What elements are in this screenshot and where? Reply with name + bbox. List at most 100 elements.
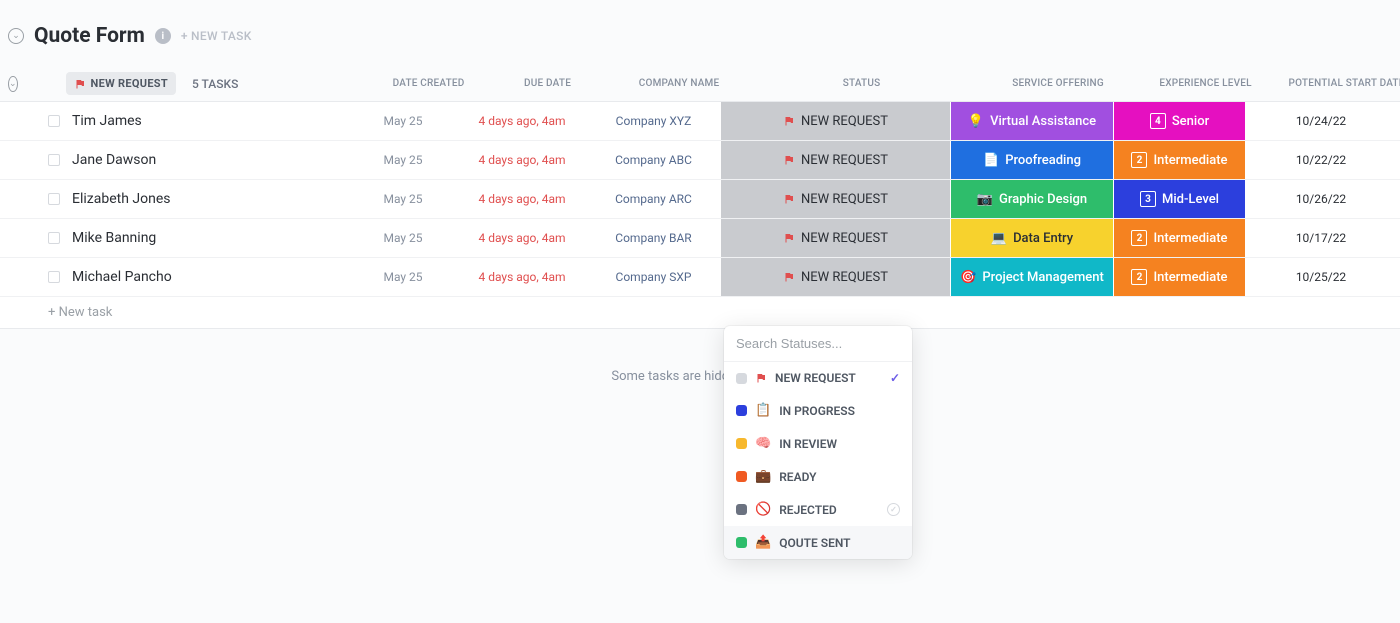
task-name[interactable]: Tim James — [72, 113, 142, 129]
status-cell[interactable]: NEW REQUEST — [721, 141, 951, 179]
level-label: Mid-Level — [1162, 192, 1219, 207]
company-name: Company ABC — [615, 153, 692, 167]
task-checkbox[interactable] — [48, 154, 60, 166]
status-label: NEW REQUEST — [801, 270, 888, 285]
level-cell[interactable]: 2 Intermediate — [1114, 258, 1246, 296]
task-name[interactable]: Michael Pancho — [72, 269, 172, 285]
status-option[interactable]: 🚫REJECTED✓ — [724, 493, 912, 526]
status-color-dot — [736, 405, 747, 416]
service-icon: 📷 — [977, 192, 993, 207]
task-row[interactable]: Jane Dawson May 25 4 days ago, 4am Company … — [0, 141, 1400, 180]
company-name: Company SXP — [616, 270, 692, 284]
status-color-dot — [736, 504, 747, 515]
status-option[interactable]: 📋 IN PROGRESS — [724, 394, 912, 427]
flag-icon — [783, 271, 795, 283]
start-date: 10/17/22 — [1296, 231, 1346, 245]
task-checkbox[interactable] — [48, 232, 60, 244]
status-option-label: QOUTE SENT — [779, 536, 850, 550]
new-task-row[interactable]: + New task — [0, 297, 1400, 329]
task-row[interactable]: Elizabeth Jones May 25 4 days ago, 4am Comp… — [0, 180, 1400, 219]
task-name[interactable]: Mike Banning — [72, 230, 156, 246]
service-label: Proofreading — [1005, 153, 1081, 168]
task-name[interactable]: Elizabeth Jones — [72, 191, 170, 207]
hidden-tasks-message: Some tasks are hidden. To sho — [0, 329, 1400, 384]
status-emoji-icon: 📋 — [755, 403, 771, 418]
collapse-icon[interactable]: ⌄ — [8, 28, 24, 44]
service-cell[interactable]: 💡Virtual Assistance — [951, 102, 1114, 140]
page-title: Quote Form — [34, 24, 145, 48]
due-date[interactable]: 4 days ago, 4am — [478, 153, 565, 167]
col-header-start[interactable]: POTENTIAL START DATE — [1272, 78, 1400, 89]
level-label: Intermediate — [1153, 153, 1227, 168]
date-created: May 25 — [383, 270, 422, 284]
status-option[interactable]: 📤 QOUTE SENT — [724, 526, 912, 559]
service-label: Graphic Design — [999, 192, 1087, 207]
service-label: Data Entry — [1013, 231, 1073, 246]
task-row[interactable]: Mike Banning May 25 4 days ago, 4am Company… — [0, 219, 1400, 258]
task-checkbox[interactable] — [48, 115, 60, 127]
status-list: NEW REQUEST✓ 📋 IN PROGRESS 🧠IN REVIEW 💼 READY… — [724, 362, 912, 559]
status-option[interactable]: 💼 READY — [724, 460, 912, 493]
flag-icon — [783, 115, 795, 127]
task-checkbox[interactable] — [48, 271, 60, 283]
level-number: 2 — [1131, 269, 1147, 285]
level-cell[interactable]: 2Intermediate — [1114, 219, 1246, 257]
status-cell[interactable]: NEW REQUEST — [721, 102, 951, 140]
status-popover: ⚙ NEW REQUEST✓📋IN PROGRESS🧠IN REVIEW💼REA… — [724, 326, 912, 559]
status-option-label: READY — [779, 470, 816, 484]
col-header-company[interactable]: COMPANY NAME — [612, 78, 747, 89]
flag-icon — [74, 78, 86, 90]
new-task-link[interactable]: + NEW TASK — [181, 29, 252, 43]
service-cell[interactable]: 🎯Project Management — [951, 258, 1114, 296]
due-date[interactable]: 4 days ago, 4am — [478, 231, 565, 245]
status-emoji-icon: 💼 — [755, 469, 771, 484]
group-status-badge[interactable]: NEW REQUEST — [66, 72, 176, 95]
level-cell[interactable]: 3Mid-Level — [1114, 180, 1246, 218]
status-search-input[interactable] — [736, 336, 912, 351]
task-row[interactable]: Michael Pancho May 25 4 days ago, 4am Compa… — [0, 258, 1400, 297]
info-icon[interactable]: i — [155, 28, 171, 44]
status-cell[interactable]: NEW REQUEST — [721, 180, 951, 218]
level-number: 4 — [1150, 113, 1166, 129]
service-cell[interactable]: 📷 Graphic Design — [951, 180, 1114, 218]
due-date[interactable]: 4 days ago, 4am — [478, 114, 565, 128]
task-row[interactable]: Tim JamesMay 254 days ago, 4amCompany XY… — [0, 102, 1400, 141]
due-date[interactable]: 4 days ago, 4am — [478, 270, 565, 284]
date-created: May 25 — [383, 153, 422, 167]
col-header-created[interactable]: DATE CREATED — [374, 78, 484, 89]
status-label: NEW REQUEST — [801, 231, 888, 246]
circle-check-icon: ✓ — [887, 503, 900, 516]
due-date[interactable]: 4 days ago, 4am — [478, 192, 565, 206]
col-header-service[interactable]: SERVICE OFFERING — [977, 78, 1140, 89]
status-cell[interactable]: NEW REQUEST — [721, 258, 951, 296]
status-emoji-icon: 📤 — [755, 535, 771, 550]
group-collapse-icon[interactable]: ⌄ — [8, 76, 18, 92]
date-created: May 25 — [383, 231, 422, 245]
col-header-status[interactable]: STATUS — [747, 78, 977, 89]
date-created: May 25 — [383, 192, 422, 206]
task-checkbox[interactable] — [48, 193, 60, 205]
company-name: Company BAR — [615, 231, 691, 245]
task-list: Tim JamesMay 254 days ago, 4amCompany XY… — [0, 102, 1400, 297]
level-number: 2 — [1131, 152, 1147, 168]
col-header-level[interactable]: EXPERIENCE LEVEL — [1140, 78, 1272, 89]
status-emoji-icon: 🧠 — [755, 436, 771, 451]
level-cell[interactable]: 4Senior — [1114, 102, 1246, 140]
group-header: ⌄ NEW REQUEST 5 TASKS DATE CREATED DUE D… — [0, 66, 1400, 102]
status-option[interactable]: 🧠IN REVIEW — [724, 427, 912, 460]
status-option-label: IN PROGRESS — [779, 404, 855, 418]
service-cell[interactable]: 📄Proofreading — [951, 141, 1114, 179]
status-cell[interactable]: NEW REQUEST — [721, 219, 951, 257]
status-option[interactable]: NEW REQUEST✓ — [724, 362, 912, 394]
company-name: Company ARC — [615, 192, 692, 206]
level-label: Intermediate — [1153, 231, 1227, 246]
status-color-dot — [736, 537, 747, 548]
service-icon: 💻 — [991, 231, 1007, 246]
start-date: 10/22/22 — [1296, 153, 1346, 167]
col-header-due[interactable]: DUE DATE — [484, 78, 612, 89]
task-name[interactable]: Jane Dawson — [72, 152, 156, 168]
service-cell[interactable]: 💻 Data Entry — [951, 219, 1114, 257]
level-cell[interactable]: 2 Intermediate — [1114, 141, 1246, 179]
level-label: Intermediate — [1153, 270, 1227, 285]
group-badge-label: NEW REQUEST — [91, 77, 168, 90]
